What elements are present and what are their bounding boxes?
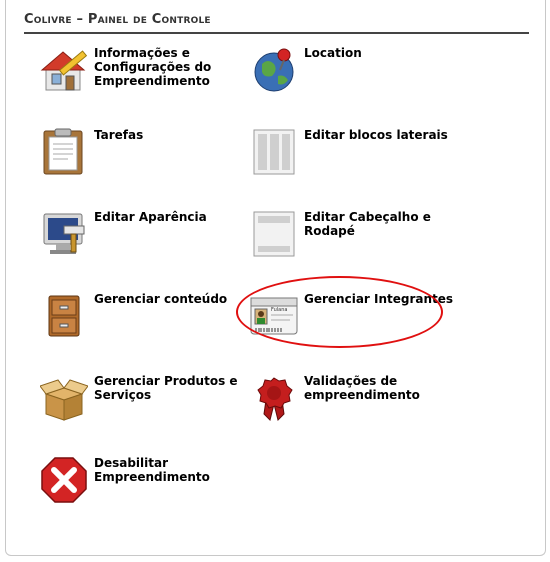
item-label: Gerenciar conteúdo — [94, 292, 228, 306]
header-footer-icon — [250, 210, 298, 258]
house-edit-icon — [40, 46, 88, 94]
item-label: Validações de empreendimento — [304, 374, 420, 402]
item-edit-appearance[interactable]: Editar Aparência — [40, 210, 240, 270]
monitor-paint-icon — [40, 210, 88, 258]
item-label: Editar Aparência — [94, 210, 207, 224]
item-enterprise-settings[interactable]: Informações e Configurações do Empreendi… — [40, 46, 240, 106]
item-tasks[interactable]: Tarefas — [40, 128, 240, 188]
item-side-blocks[interactable]: Editar blocos laterais — [250, 128, 450, 188]
item-location[interactable]: Location — [250, 46, 450, 106]
globe-pin-icon — [250, 46, 298, 94]
item-label: Gerenciar Produtos e Serviços — [94, 374, 238, 402]
item-header-footer[interactable]: Editar Cabeçalho e Rodapé — [250, 210, 450, 270]
item-label: Editar Cabeçalho e Rodapé — [304, 210, 431, 238]
seal-icon — [250, 374, 298, 422]
clipboard-icon — [40, 128, 88, 176]
item-label: Location — [304, 46, 362, 60]
item-products-services[interactable]: Gerenciar Produtos e Serviços — [39, 374, 240, 434]
item-disable-enterprise[interactable]: Desabilitar Empreendimento — [40, 456, 240, 516]
title-divider — [24, 32, 529, 34]
item-label: Editar blocos laterais — [304, 128, 448, 142]
panel-title: Colivre – Painel de Controle — [24, 12, 211, 27]
open-box-icon — [39, 374, 89, 422]
item-manage-content[interactable]: Gerenciar conteúdo — [40, 292, 240, 352]
disable-x-icon — [40, 456, 88, 504]
cabinet-icon — [40, 292, 88, 340]
side-blocks-icon — [250, 128, 298, 176]
item-label: Informações e Configurações do Empreendi… — [94, 46, 212, 88]
item-label: Desabilitar Empreendimento — [94, 456, 210, 484]
highlight-circle — [236, 276, 443, 348]
item-validations[interactable]: Validações de empreendimento — [250, 374, 450, 434]
item-label: Tarefas — [94, 128, 144, 142]
